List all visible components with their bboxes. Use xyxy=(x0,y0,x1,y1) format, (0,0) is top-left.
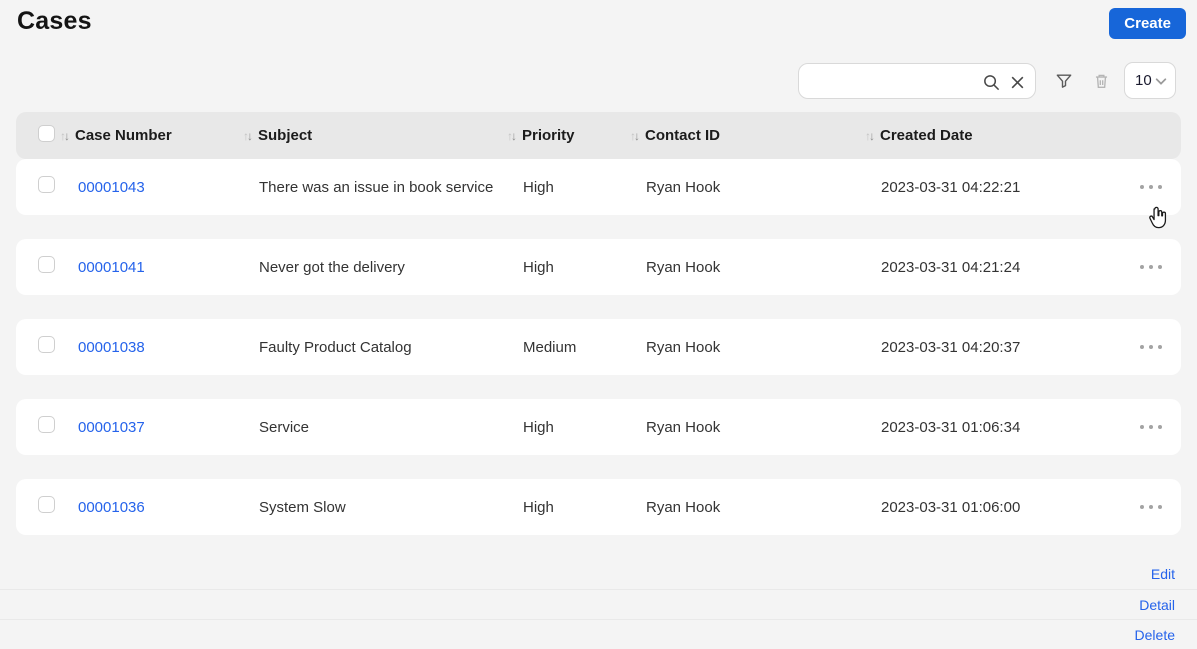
subject-cell: There was an issue in book service xyxy=(259,178,494,196)
column-header-label: Priority xyxy=(522,127,575,144)
case-number-link[interactable]: 00001036 xyxy=(60,499,243,516)
menu-item[interactable]: Edit xyxy=(0,559,1197,589)
contact-id-cell: Ryan Hook xyxy=(646,338,721,356)
sort-icon[interactable] xyxy=(865,130,875,142)
row-actions-cell xyxy=(1120,339,1181,355)
table-header-row: Case Number Subject Priority Contact ID xyxy=(16,112,1181,159)
row-checkbox-cell xyxy=(16,416,60,438)
cases-table: Case Number Subject Priority Contact ID xyxy=(16,112,1181,535)
subject-cell: Faulty Product Catalog xyxy=(259,338,412,356)
contact-id-cell: Ryan Hook xyxy=(646,418,721,436)
priority-cell: High xyxy=(523,498,554,516)
column-header-label: Contact ID xyxy=(645,127,720,144)
created-date-cell: 2023-03-31 01:06:00 xyxy=(881,498,1021,516)
row-checkbox[interactable] xyxy=(38,496,55,513)
row-actions-cell xyxy=(1120,419,1181,435)
table-row: 00001043 There was an issue in book serv… xyxy=(16,159,1181,215)
page-title: Cases xyxy=(17,7,92,35)
chevron-down-icon xyxy=(1154,74,1175,88)
search-box xyxy=(798,63,1036,99)
case-number-link[interactable]: 00001037 xyxy=(60,419,243,436)
menu-item[interactable]: Detail xyxy=(0,589,1197,619)
table-row: 00001037 Service High Ryan Hook 2023-03-… xyxy=(16,399,1181,455)
priority-cell: High xyxy=(523,258,554,276)
row-checkbox-cell xyxy=(16,336,60,358)
column-header-label: Created Date xyxy=(880,127,973,144)
sort-icon[interactable] xyxy=(60,130,70,142)
table-row: 00001041 Never got the delivery High Rya… xyxy=(16,239,1181,295)
row-actions-cell xyxy=(1120,499,1181,515)
row-actions-menu-button[interactable] xyxy=(1134,259,1168,275)
page-size-value: 10 xyxy=(1135,72,1152,89)
menu-item[interactable]: Delete xyxy=(0,619,1197,649)
table-row: 00001038 Faulty Product Catalog Medium R… xyxy=(16,319,1181,375)
create-button[interactable]: Create xyxy=(1109,8,1186,39)
column-header-label: Subject xyxy=(258,127,313,144)
row-actions-menu-button[interactable] xyxy=(1134,499,1168,515)
created-date-cell: 2023-03-31 04:21:24 xyxy=(881,258,1021,276)
row-checkbox-cell xyxy=(16,176,60,198)
filter-icon[interactable] xyxy=(1053,70,1075,92)
row-actions-menu-button[interactable] xyxy=(1134,179,1168,195)
priority-cell: Medium xyxy=(523,338,577,356)
subject-cell: Service xyxy=(259,418,310,436)
row-checkbox[interactable] xyxy=(38,416,55,433)
row-checkbox[interactable] xyxy=(38,176,55,193)
column-header[interactable]: Contact ID xyxy=(630,127,865,144)
trash-icon[interactable] xyxy=(1090,70,1112,92)
subject-cell: System Slow xyxy=(259,498,346,516)
search-input[interactable] xyxy=(799,64,977,98)
column-header-label: Case Number xyxy=(75,127,172,144)
row-actions-menu-button[interactable] xyxy=(1134,419,1168,435)
table-row: 00001036 System Slow High Ryan Hook 2023… xyxy=(16,479,1181,535)
topbar: Cases Create 10 xyxy=(0,0,1197,112)
sort-icon[interactable] xyxy=(507,130,517,142)
contact-id-cell: Ryan Hook xyxy=(646,498,721,516)
priority-cell: High xyxy=(523,418,554,436)
column-header[interactable]: Priority xyxy=(507,127,630,144)
contact-id-cell: Ryan Hook xyxy=(646,258,721,276)
row-actions-cell xyxy=(1120,179,1181,195)
created-date-cell: 2023-03-31 04:22:21 xyxy=(881,178,1021,196)
column-header[interactable]: Case Number xyxy=(60,127,243,144)
header-checkbox-cell xyxy=(16,124,60,147)
subject-cell: Never got the delivery xyxy=(259,258,405,276)
select-all-checkbox[interactable] xyxy=(38,124,55,142)
row-checkbox[interactable] xyxy=(38,256,55,273)
case-number-link[interactable]: 00001043 xyxy=(60,179,243,196)
row-checkbox[interactable] xyxy=(38,336,55,353)
column-header[interactable]: Created Date xyxy=(865,127,1120,144)
search-icon[interactable] xyxy=(980,71,1002,93)
row-actions-menu-button[interactable] xyxy=(1134,339,1168,355)
row-checkbox-cell xyxy=(16,256,60,278)
clear-search-icon[interactable] xyxy=(1006,71,1028,93)
row-actions-cell xyxy=(1120,259,1181,275)
priority-cell: High xyxy=(523,178,554,196)
column-header[interactable]: Subject xyxy=(243,127,507,144)
page-size-select[interactable]: 10 xyxy=(1124,62,1176,99)
case-number-link[interactable]: 00001041 xyxy=(60,259,243,276)
sort-icon[interactable] xyxy=(630,130,640,142)
row-checkbox-cell xyxy=(16,496,60,518)
sort-icon[interactable] xyxy=(243,130,253,142)
case-number-link[interactable]: 00001038 xyxy=(60,339,243,356)
created-date-cell: 2023-03-31 01:06:34 xyxy=(881,418,1021,436)
contact-id-cell: Ryan Hook xyxy=(646,178,721,196)
created-date-cell: 2023-03-31 04:20:37 xyxy=(881,338,1021,356)
